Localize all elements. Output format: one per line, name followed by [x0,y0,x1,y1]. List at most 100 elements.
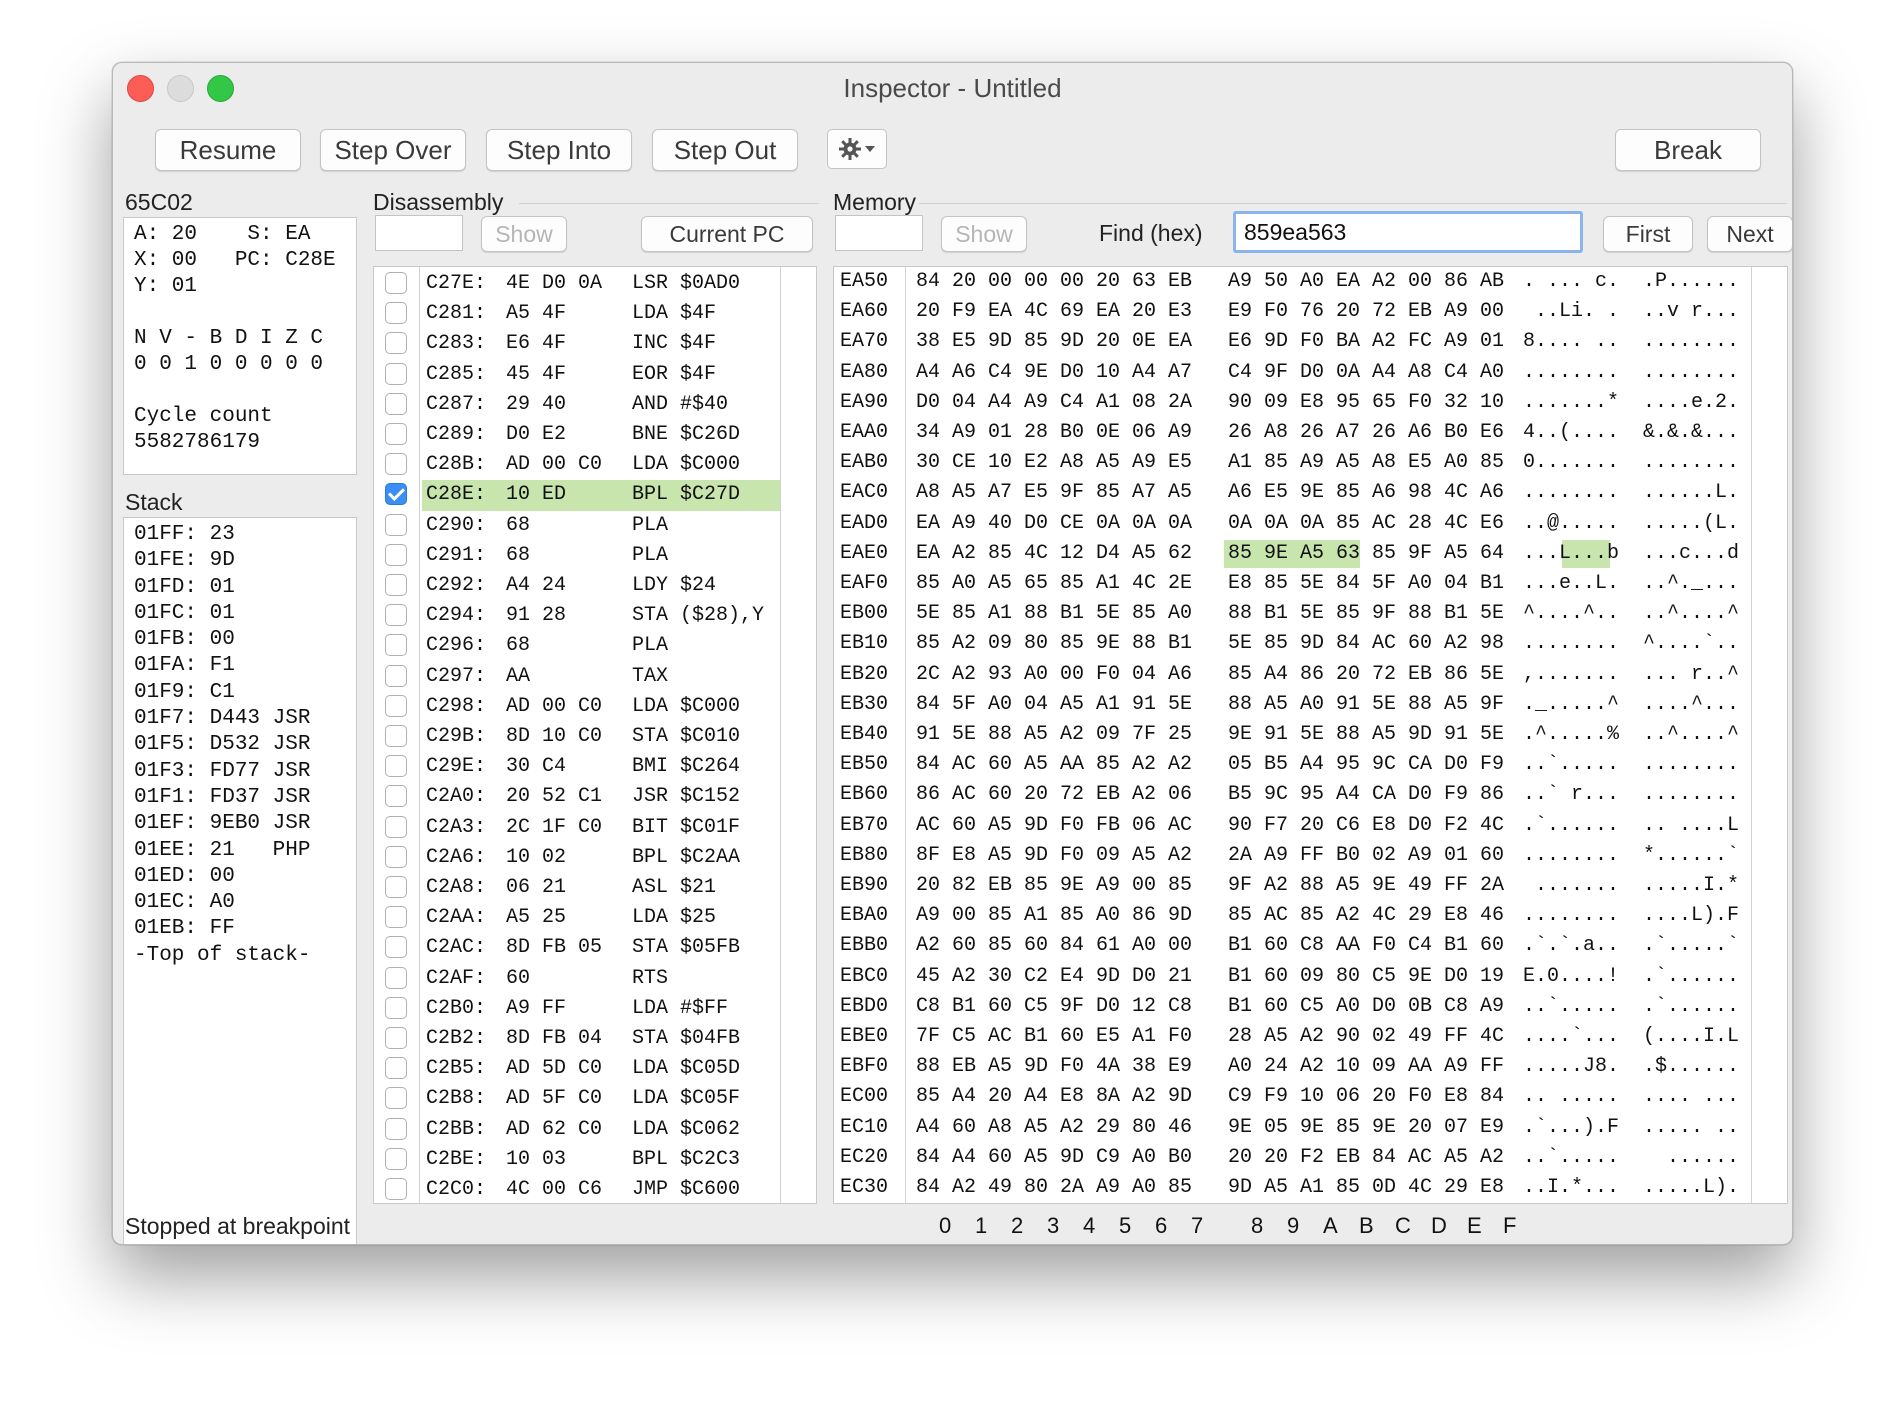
register-line: A: 20 S: EA [134,223,311,246]
current-pc-button[interactable]: Current PC [641,216,813,252]
disassembly-row[interactable]: C283: E6 4F INC $4F [374,329,780,359]
find-hex-input[interactable]: 859ea563 [1233,211,1583,253]
disassembly-row[interactable]: C297: AA TAX [374,662,780,692]
disassembly-address-input[interactable] [375,215,463,251]
disassembly-row[interactable]: C2B2: 8D FB 04 STA $04FB [374,1024,780,1054]
breakpoint-checkbox[interactable] [385,694,407,717]
breakpoint-checkbox[interactable] [385,996,407,1019]
breakpoint-checkbox[interactable] [385,1117,407,1140]
disassembly-row[interactable]: C287: 29 40 AND #$40 [374,390,780,420]
breakpoint-checkbox[interactable] [385,755,407,778]
breakpoint-checkbox[interactable] [385,513,407,536]
disassembly-row[interactable]: C2B8: AD 5F C0 LDA $C05F [374,1084,780,1114]
memory-c: . ... c. .P...... [1523,270,1740,293]
resume-button[interactable]: Resume [155,129,301,171]
breakpoint-checkbox[interactable] [385,302,407,325]
disassembly-row[interactable]: C298: AD 00 C0 LDA $C000 [374,692,780,722]
breakpoint-checkbox[interactable] [385,453,407,476]
find-next-button[interactable]: Next [1707,216,1792,252]
breakpoint-checkbox[interactable] [385,725,407,747]
step-over-button[interactable]: Step Over [320,129,466,171]
disassembly-list[interactable]: C27E: 4E D0 0A LSR $0AD0 C281: A5 4F LDA $4F C… [373,266,817,1204]
memory-show-button[interactable]: Show [941,216,1027,252]
disassembly-row[interactable]: C294: 91 28 STA ($28),Y [374,601,780,631]
disassembly-row[interactable]: C2B0: A9 FF LDA #$FF [374,994,780,1024]
breakpoint-checkbox[interactable] [385,815,407,838]
memory-b2: 26 A8 26 A7 26 A6 B0 E6 [1228,421,1505,444]
disassembly-show-button[interactable]: Show [481,216,567,252]
gear-icon [839,138,861,160]
disassembly-row[interactable]: C2A8: 06 21 ASL $21 [374,873,780,903]
disassembly-instr: LDA $C000 [632,694,741,718]
disassembly-row[interactable]: C28B: AD 00 C0 LDA $C000 [374,450,780,480]
disassembly-row[interactable]: C2AC: 8D FB 05 STA $05FB [374,933,780,963]
memory-b1: 84 AC 60 A5 AA 85 A2 A2 [916,753,1193,777]
gear-menu-button[interactable] [827,129,887,169]
disassembly-instr: ASL $21 [632,876,717,899]
memory-a: EAC0 [840,481,889,505]
breakpoint-checkbox[interactable] [385,574,407,596]
disassembly-text: C290: 68 PLA [422,511,780,541]
step-into-button[interactable]: Step Into [486,129,632,171]
disassembly-row[interactable]: C289: D0 E2 BNE $C26D [374,420,780,450]
disassembly-row[interactable]: C2B5: AD 5D C0 LDA $C05D [374,1054,780,1084]
breakpoint-checkbox[interactable] [385,966,407,989]
breakpoint-checkbox[interactable] [385,906,407,929]
register-line [134,378,356,404]
breakpoint-checkbox[interactable] [385,1178,407,1200]
breakpoint-checkbox[interactable] [385,936,407,959]
breakpoint-checkbox[interactable] [385,1057,407,1080]
breakpoint-checkbox[interactable] [385,1087,407,1110]
disassembly-row[interactable]: C28E: 10 ED BPL $C27D [374,480,780,511]
disassembly-row[interactable]: C27E: 4E D0 0A LSR $0AD0 [374,269,780,299]
breakpoint-checkbox[interactable] [385,423,407,445]
disassembly-row[interactable]: C29B: 8D 10 C0 STA $C010 [374,722,780,752]
step-out-button[interactable]: Step Out [652,129,798,171]
disassembly-row[interactable]: C2AF: 60 RTS [374,964,780,994]
break-button[interactable]: Break [1615,129,1761,171]
memory-c: .^.....% ..^....^ [1523,723,1740,746]
breakpoint-checkbox[interactable] [385,785,407,808]
disassembly-row[interactable]: C2BB: AD 62 C0 LDA $C062 [374,1115,780,1145]
breakpoint-checkbox[interactable] [385,634,407,657]
disassembly-row[interactable]: C2A0: 20 52 C1 JSR $C152 [374,782,780,812]
disassembly-row[interactable]: C290: 68 PLA [374,511,780,541]
find-first-button[interactable]: First [1603,216,1693,252]
breakpoint-checkbox[interactable] [385,876,407,898]
disassembly-instr: BPL $C2C3 [632,1147,741,1171]
disassembly-addr: C2BB: [426,1117,487,1141]
disassembly-row[interactable]: C29E: 30 C4 BMI $C264 [374,752,780,782]
breakpoint-checkbox[interactable] [385,543,407,566]
disassembly-row[interactable]: C2AA: A5 25 LDA $25 [374,903,780,933]
disassembly-row[interactable]: C292: A4 24 LDY $24 [374,571,780,601]
disassembly-row[interactable]: C2A3: 2C 1F C0 BIT $C01F [374,813,780,843]
disassembly-row[interactable]: C2A6: 10 02 BPL $C2AA [374,843,780,873]
memory-column-header: 8 [1251,1213,1264,1238]
memory-a: EB00 [840,602,889,626]
breakpoint-checkbox[interactable] [385,845,407,868]
memory-scrollbar[interactable] [1751,267,1787,1203]
disassembly-row[interactable]: C2C0: 4C 00 C6 JMP $C600 [374,1175,780,1203]
breakpoint-checkbox[interactable] [385,1027,407,1049]
disassembly-row[interactable]: C2BE: 10 03 BPL $C2C3 [374,1145,780,1175]
breakpoint-checkbox[interactable] [385,362,407,385]
stack-panel[interactable]: 01FF: 23 01FE: 9D 01FD: 01 01FC: 01 01FB: 00… [123,517,357,1244]
breakpoint-checkbox[interactable] [385,332,407,355]
disassembly-scrollbar[interactable] [780,267,816,1203]
disassembly-row[interactable]: C296: 68 PLA [374,631,780,661]
memory-address-input[interactable] [835,215,923,251]
memory-view[interactable]: EA50 84 20 00 00 00 20 63 EB A9 50 A0 EA A… [833,266,1788,1204]
breakpoint-checkbox[interactable] [385,392,407,415]
disassembly-row[interactable]: C281: A5 4F LDA $4F [374,299,780,329]
disassembly-row[interactable]: C291: 68 PLA [374,541,780,571]
breakpoint-checkbox[interactable] [385,272,407,294]
memory-column-header: F [1503,1213,1517,1238]
breakpoint-checkbox[interactable] [385,483,407,506]
disassembly-row[interactable]: C285: 45 4F EOR $4F [374,360,780,390]
memory-b2: E9 F0 76 20 72 EB A9 00 [1228,300,1505,324]
breakpoint-checkbox[interactable] [385,604,407,627]
title-bar[interactable]: Inspector - Untitled [113,63,1792,113]
breakpoint-checkbox[interactable] [385,1147,407,1170]
breakpoint-checkbox[interactable] [385,664,407,687]
disassembly-addr: C283: [426,332,487,356]
